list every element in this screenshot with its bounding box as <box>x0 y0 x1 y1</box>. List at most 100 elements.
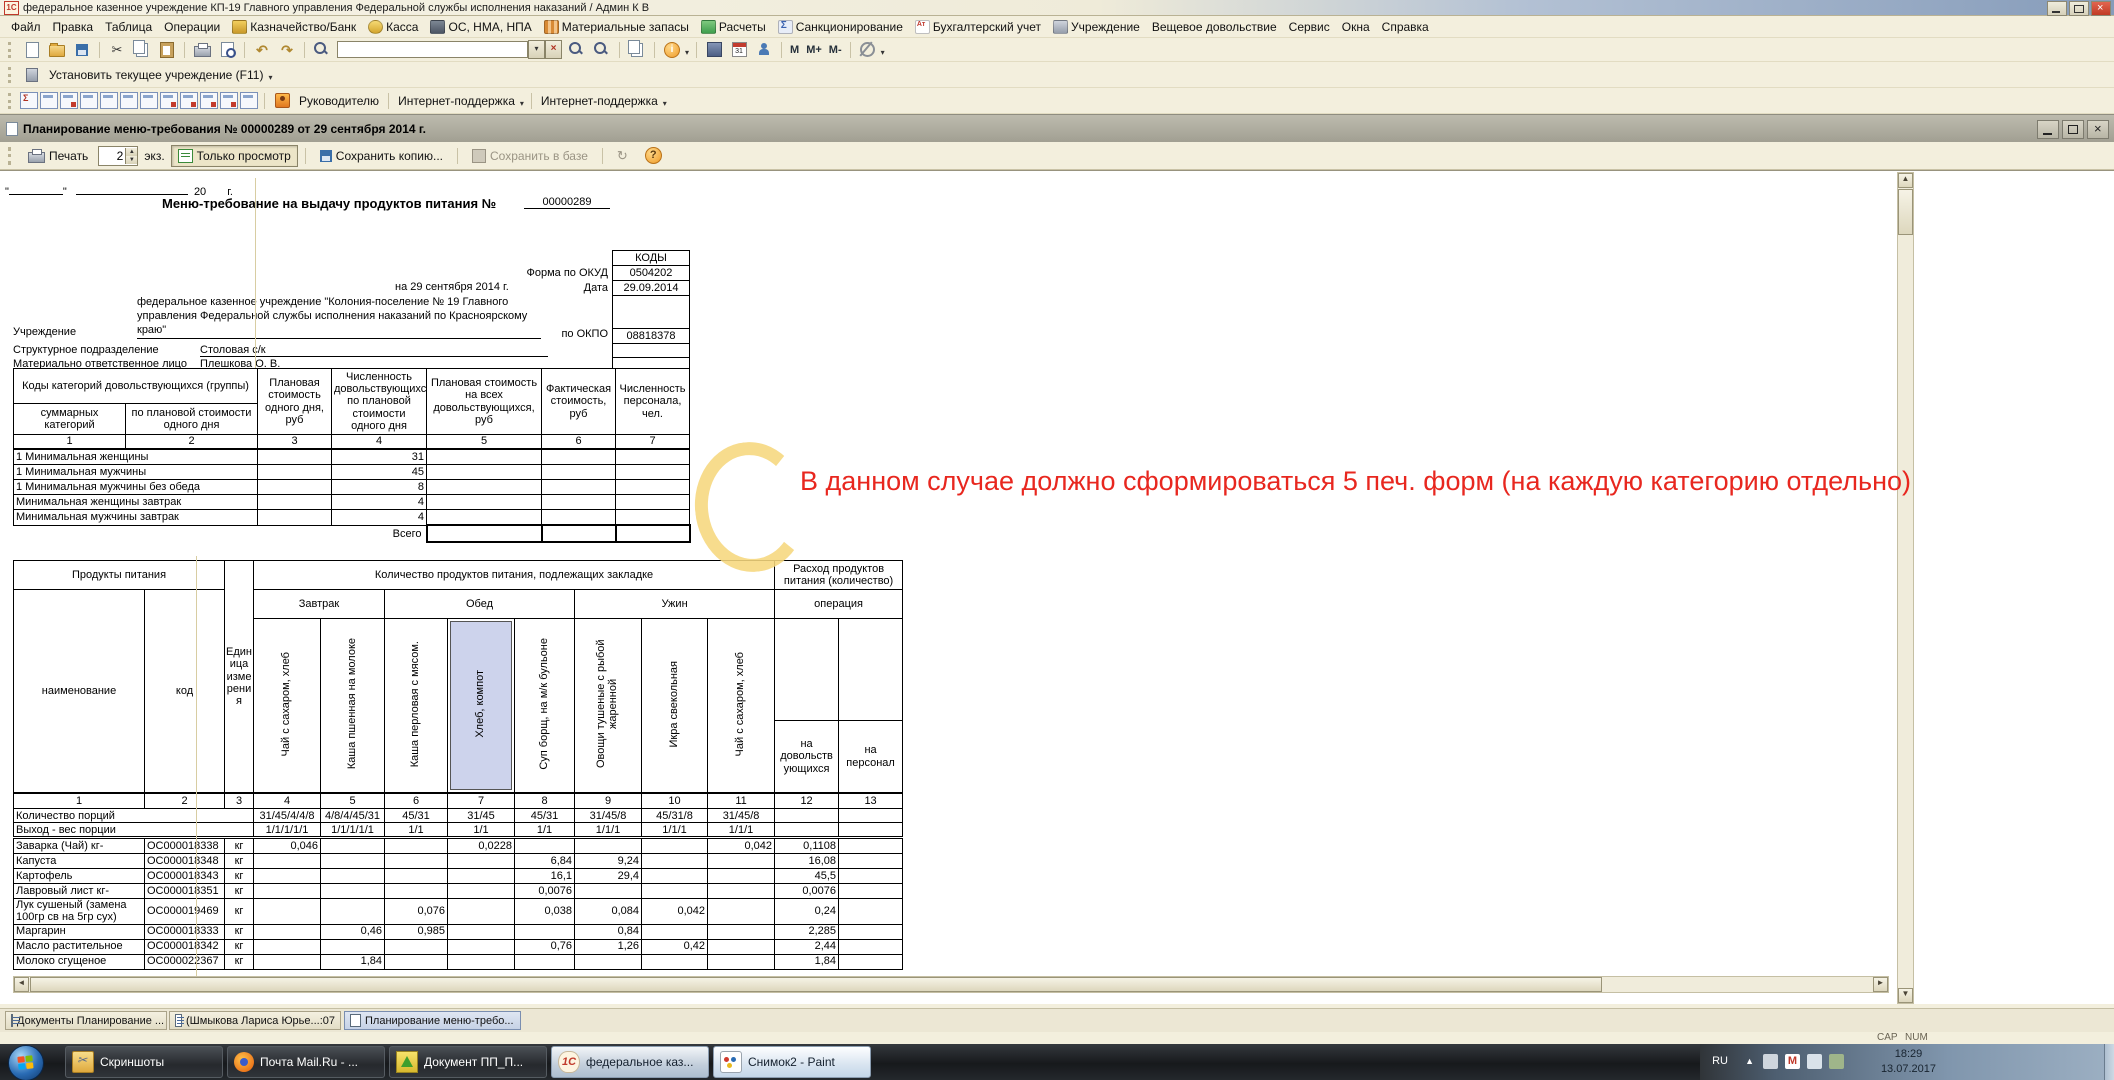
column-number-cell[interactable]: 6 <box>542 435 616 450</box>
refresh-report-icon[interactable] <box>60 92 78 109</box>
product-name-cell[interactable]: Лавровый лист кг- <box>14 884 145 899</box>
cell[interactable] <box>542 510 616 526</box>
sub-header[interactable]: суммарных категорий <box>14 404 126 435</box>
product-name-cell[interactable]: Картофель <box>14 869 145 884</box>
weights-cell[interactable]: 1/1 <box>448 823 515 837</box>
qty-cell[interactable] <box>839 839 903 854</box>
cell[interactable] <box>616 480 690 495</box>
column-number-cell[interactable]: 5 <box>427 435 542 450</box>
menu-item[interactable]: Правка <box>48 18 99 36</box>
new-doc-button[interactable] <box>20 39 44 61</box>
qty-cell[interactable]: 0,24 <box>775 899 839 925</box>
vertical-scrollbar[interactable]: ▲ ▼ <box>1897 172 1914 1004</box>
qty-cell[interactable] <box>839 939 903 954</box>
clock[interactable]: 18:29 13.07.2017 <box>1881 1047 1936 1077</box>
qty-cell[interactable] <box>515 839 575 854</box>
qty-cell[interactable] <box>708 869 775 884</box>
m-plus-button[interactable]: M+ <box>803 44 825 56</box>
qty-cell[interactable]: 0,46 <box>321 924 385 939</box>
help-button[interactable]: ? <box>638 145 669 167</box>
print-button[interactable]: Печать <box>21 145 95 167</box>
minimize-button[interactable] <box>2047 1 2067 16</box>
col-header[interactable]: Плановая стоимость одного дня, руб <box>258 369 332 435</box>
portions-label-cell[interactable]: Количество порций <box>14 809 254 823</box>
column-number-cell[interactable]: 11 <box>708 793 775 809</box>
cell[interactable] <box>616 465 690 480</box>
user-button[interactable] <box>752 39 776 61</box>
qty-cell[interactable] <box>642 884 708 899</box>
column-number-cell[interactable]: 1 <box>14 793 145 809</box>
qty-cell[interactable]: 6,84 <box>515 854 575 869</box>
col-header[interactable]: Плановая стоимость на всех довольствующи… <box>427 369 542 435</box>
product-unit-cell[interactable]: кг <box>225 954 254 969</box>
qty-cell[interactable]: 1,84 <box>775 954 839 969</box>
m-minus-button[interactable]: M- <box>826 44 845 56</box>
qty-cell[interactable] <box>448 869 515 884</box>
document-2-icon[interactable] <box>140 92 158 109</box>
weights-cell[interactable]: 1/1 <box>385 823 448 837</box>
maximize-button[interactable] <box>2069 1 2089 16</box>
weights-cell[interactable]: 1/1/1 <box>642 823 708 837</box>
qty-cell[interactable] <box>385 954 448 969</box>
internet-support-1-arrow[interactable]: ▾ <box>520 99 524 108</box>
qty-cell[interactable] <box>575 884 642 899</box>
print-button-toolbar[interactable] <box>190 39 214 61</box>
portions-cell[interactable]: 45/31/8 <box>642 809 708 823</box>
menu-item[interactable]: Таблица <box>100 18 157 36</box>
product-code-cell[interactable]: ОС000022367 <box>145 954 225 969</box>
qty-cell[interactable]: 29,4 <box>575 869 642 884</box>
product-name-cell[interactable]: Лук сушеный (замена 100гр св на 5гр сух) <box>14 899 145 925</box>
start-button[interactable] <box>8 1045 44 1080</box>
qty-cell[interactable]: 2,44 <box>775 939 839 954</box>
qty-cell[interactable] <box>385 839 448 854</box>
taskbar-button-paint[interactable]: Снимок2 - Paint <box>713 1046 871 1078</box>
qty-cell[interactable]: 0,42 <box>642 939 708 954</box>
qty-cell[interactable] <box>254 854 321 869</box>
qty-cell[interactable]: 0,042 <box>642 899 708 925</box>
taskbar-button-screenshots[interactable]: Скриншоты <box>65 1046 223 1078</box>
qty-cell[interactable]: 0,84 <box>575 924 642 939</box>
qty-cell[interactable] <box>708 899 775 925</box>
set-institution-button[interactable] <box>20 64 44 86</box>
qty-cell[interactable] <box>642 869 708 884</box>
hidden-icons-arrow[interactable]: ▲ <box>1745 1056 1754 1066</box>
product-code-cell[interactable]: ОС000018333 <box>145 924 225 939</box>
doc-restore-button[interactable] <box>2062 120 2084 139</box>
qty-cell[interactable] <box>254 869 321 884</box>
taskbar-button-mail[interactable]: Почта Mail.Ru - ... <box>227 1046 385 1078</box>
qty-cell[interactable] <box>839 924 903 939</box>
menu-item[interactable]: Касса <box>363 18 423 36</box>
qty-cell[interactable]: 9,24 <box>575 854 642 869</box>
category-name-cell[interactable]: Минимальная женщины завтрак <box>14 495 258 510</box>
qty-cell[interactable] <box>575 839 642 854</box>
menu-item[interactable]: Расчеты <box>696 18 771 36</box>
products-header[interactable]: Продукты питания <box>14 561 225 590</box>
column-number-cell[interactable]: 7 <box>448 793 515 809</box>
qty-cell[interactable]: 45,5 <box>775 869 839 884</box>
weights-cell[interactable]: 1/1/1/1/1 <box>321 823 385 837</box>
dish-column-header[interactable]: Овощи тушеные с рыбой жаренной <box>575 619 642 794</box>
portions-cell[interactable] <box>839 809 903 823</box>
product-name-cell[interactable]: Заварка (Чай) кг- <box>14 839 145 854</box>
copy-sheet-button[interactable] <box>625 39 649 61</box>
qty-cell[interactable] <box>708 939 775 954</box>
qty-cell[interactable] <box>448 854 515 869</box>
tools-button[interactable] <box>856 39 880 61</box>
institution-dropdown-arrow[interactable]: ▾ <box>268 73 272 82</box>
qty-cell[interactable] <box>448 924 515 939</box>
total-cell[interactable] <box>427 525 542 542</box>
weights-cell[interactable]: 1/1/1/1/1 <box>254 823 321 837</box>
menu-item[interactable]: Операции <box>159 18 225 36</box>
weights-cell[interactable] <box>839 823 903 837</box>
mdi-tab-documents[interactable]: Документы Планирование ... <box>5 1011 167 1030</box>
horizontal-scrollbar[interactable]: ◄ ► <box>13 976 1889 993</box>
weights-cell[interactable]: 1/1/1 <box>575 823 642 837</box>
qty-cell[interactable]: 0,0228 <box>448 839 515 854</box>
tray-icon-3[interactable] <box>1829 1054 1844 1069</box>
find-next-button[interactable] <box>565 39 589 61</box>
menu-item[interactable]: Окна <box>1337 18 1375 36</box>
sum-report-icon[interactable] <box>20 92 38 109</box>
category-name-cell[interactable]: 1 Минимальная мужчины без обеда <box>14 480 258 495</box>
cell[interactable] <box>258 495 332 510</box>
expense-header[interactable]: Расход продуктов питания (количество) <box>775 561 903 590</box>
